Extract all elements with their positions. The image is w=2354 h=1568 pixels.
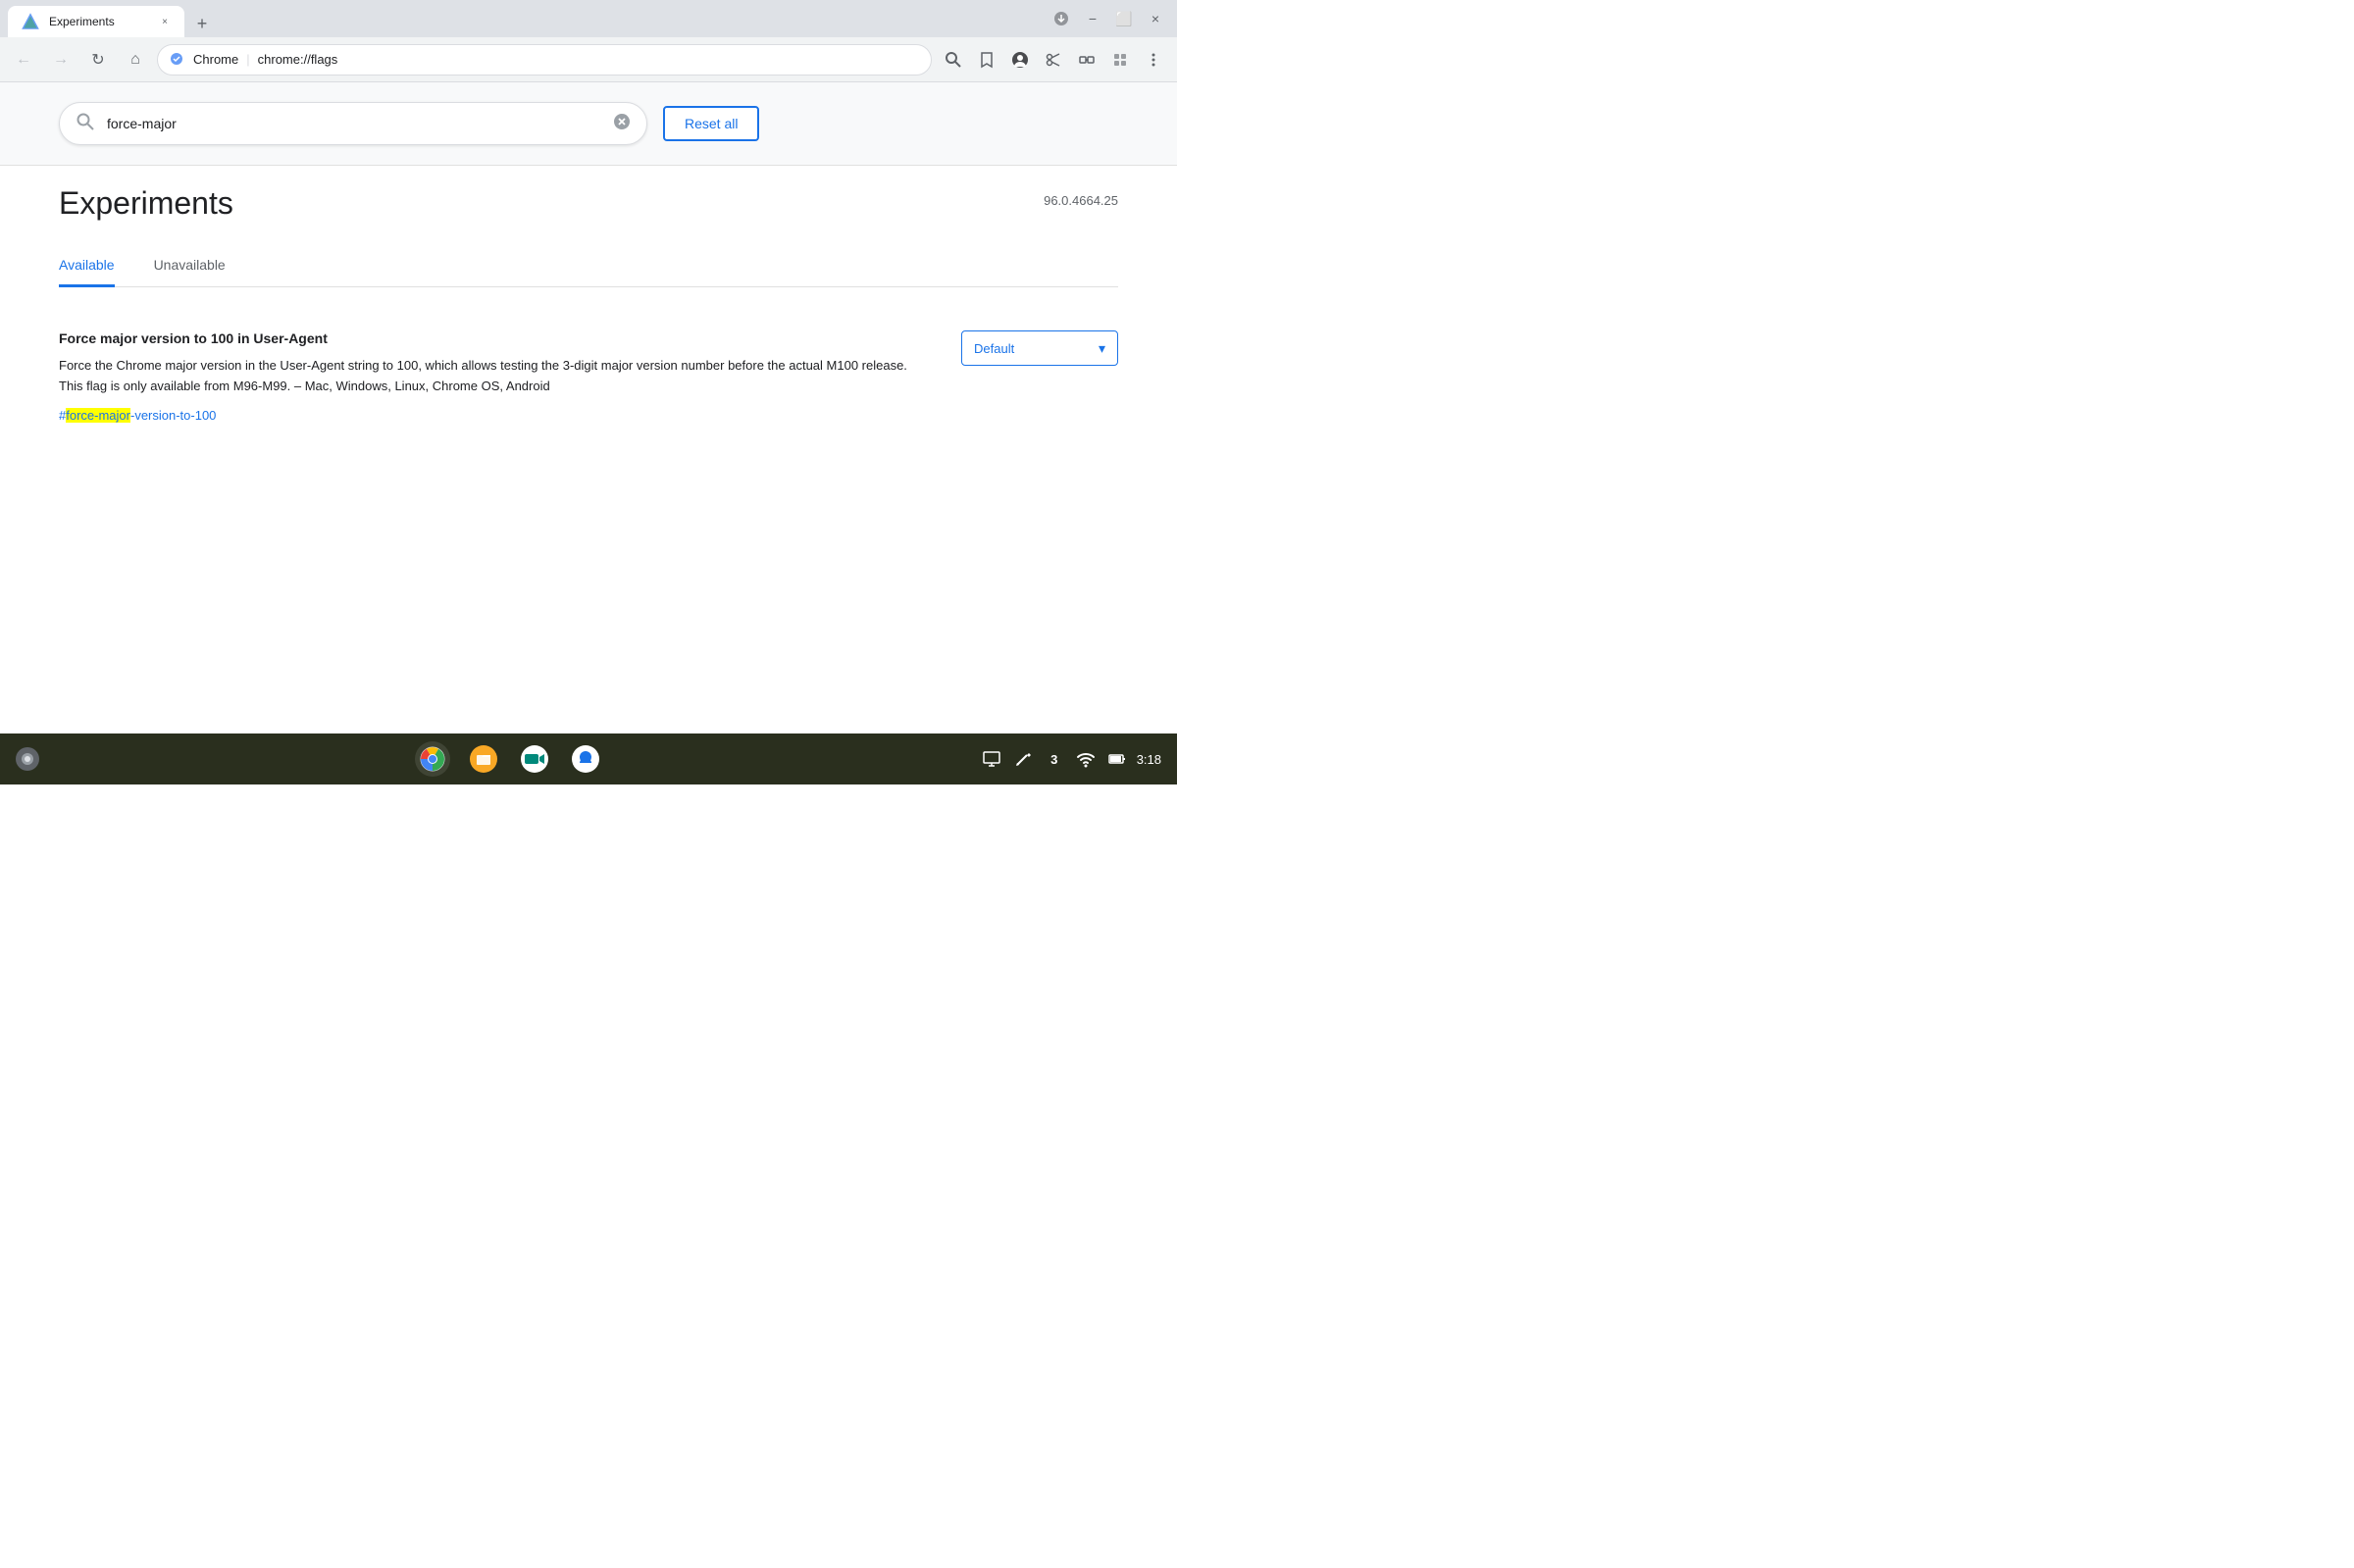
- page-header: Experiments 96.0.4664.25: [59, 185, 1118, 222]
- minimize-button[interactable]: −: [1079, 5, 1106, 32]
- taskbar-app-chat[interactable]: [568, 741, 603, 777]
- wifi-icon[interactable]: [1074, 747, 1098, 771]
- download-icon[interactable]: [1048, 5, 1075, 32]
- extensions-icon[interactable]: [1071, 44, 1102, 76]
- flag-anchor-container: #force-major-version-to-100: [59, 407, 922, 425]
- taskbar: 3 3:18: [0, 733, 1177, 784]
- tab-favicon: [20, 11, 41, 32]
- maximize-button[interactable]: ⬜: [1110, 5, 1138, 32]
- anchor-suffix: -version-to-100: [130, 408, 216, 423]
- active-tab[interactable]: Experiments ×: [8, 6, 184, 37]
- tab-available[interactable]: Available: [59, 245, 115, 287]
- flag-dropdown[interactable]: Default ▾: [961, 330, 1118, 366]
- site-name: Chrome: [193, 52, 238, 67]
- search-input[interactable]: [107, 116, 601, 131]
- bookmark-icon[interactable]: [971, 44, 1002, 76]
- taskbar-time: 3:18: [1137, 752, 1161, 767]
- close-button[interactable]: ×: [1142, 5, 1169, 32]
- stylus-icon[interactable]: [1011, 747, 1035, 771]
- dropdown-arrow-icon: ▾: [1099, 340, 1105, 357]
- tab-close-button[interactable]: ×: [157, 14, 173, 29]
- search-icon: [76, 112, 95, 136]
- taskbar-right: 3 3:18: [980, 747, 1161, 771]
- navigation-bar: ← → ↻ ⌂ Chrome | chrome://flags: [0, 37, 1177, 82]
- search-area: Reset all: [0, 82, 1177, 166]
- tabs-container: Available Unavailable: [59, 245, 1118, 287]
- anchor-highlight: force-major: [66, 408, 130, 423]
- home-button[interactable]: ⌂: [120, 44, 151, 76]
- launcher-button[interactable]: [16, 747, 39, 771]
- title-bar: Experiments × + − ⬜ ×: [0, 0, 1177, 37]
- tab-label: Experiments: [49, 15, 149, 28]
- page-title: Experiments: [59, 185, 233, 222]
- new-tab-button[interactable]: +: [188, 10, 216, 37]
- address-separator: |: [246, 52, 249, 67]
- version-text: 96.0.4664.25: [1044, 193, 1118, 208]
- taskbar-app-files[interactable]: [466, 741, 501, 777]
- search-clear-button[interactable]: [613, 113, 631, 135]
- address-bar[interactable]: Chrome | chrome://flags: [157, 44, 932, 76]
- battery-icon[interactable]: [1105, 747, 1129, 771]
- taskbar-app-chrome[interactable]: [415, 741, 450, 777]
- dropdown-value: Default: [974, 341, 1014, 356]
- taskbar-app-meet[interactable]: [517, 741, 552, 777]
- flag-description: Force the Chrome major version in the Us…: [59, 356, 922, 397]
- main-content: Experiments 96.0.4664.25 Available Unava…: [0, 166, 1177, 733]
- flag-title: Force major version to 100 in User-Agent: [59, 330, 922, 346]
- scissors-icon[interactable]: [1038, 44, 1069, 76]
- refresh-button[interactable]: ↻: [82, 44, 114, 76]
- notification-number: 3: [1050, 752, 1057, 767]
- account-icon[interactable]: [1004, 44, 1036, 76]
- screen-icon[interactable]: [980, 747, 1003, 771]
- flag-content: Force major version to 100 in User-Agent…: [59, 330, 922, 425]
- taskbar-apps: [51, 741, 968, 777]
- reset-all-button[interactable]: Reset all: [663, 106, 759, 141]
- tab-unavailable[interactable]: Unavailable: [154, 245, 226, 287]
- menu-icon[interactable]: [1138, 44, 1169, 76]
- window-controls: − ⬜ ×: [1048, 5, 1169, 32]
- tab-area: Experiments × +: [8, 0, 216, 37]
- site-security-icon: [170, 52, 185, 68]
- search-box[interactable]: [59, 102, 647, 145]
- toolbar-icons: [938, 44, 1169, 76]
- notification-badge[interactable]: 3: [1043, 747, 1066, 771]
- forward-button[interactable]: →: [45, 44, 77, 76]
- flag-anchor-link[interactable]: #force-major-version-to-100: [59, 408, 216, 423]
- back-button[interactable]: ←: [8, 44, 39, 76]
- url-text: chrome://flags: [258, 52, 338, 67]
- search-toolbar-icon[interactable]: [938, 44, 969, 76]
- extension2-icon[interactable]: [1104, 44, 1136, 76]
- flag-item: Force major version to 100 in User-Agent…: [59, 311, 1118, 444]
- taskbar-left: [16, 747, 39, 771]
